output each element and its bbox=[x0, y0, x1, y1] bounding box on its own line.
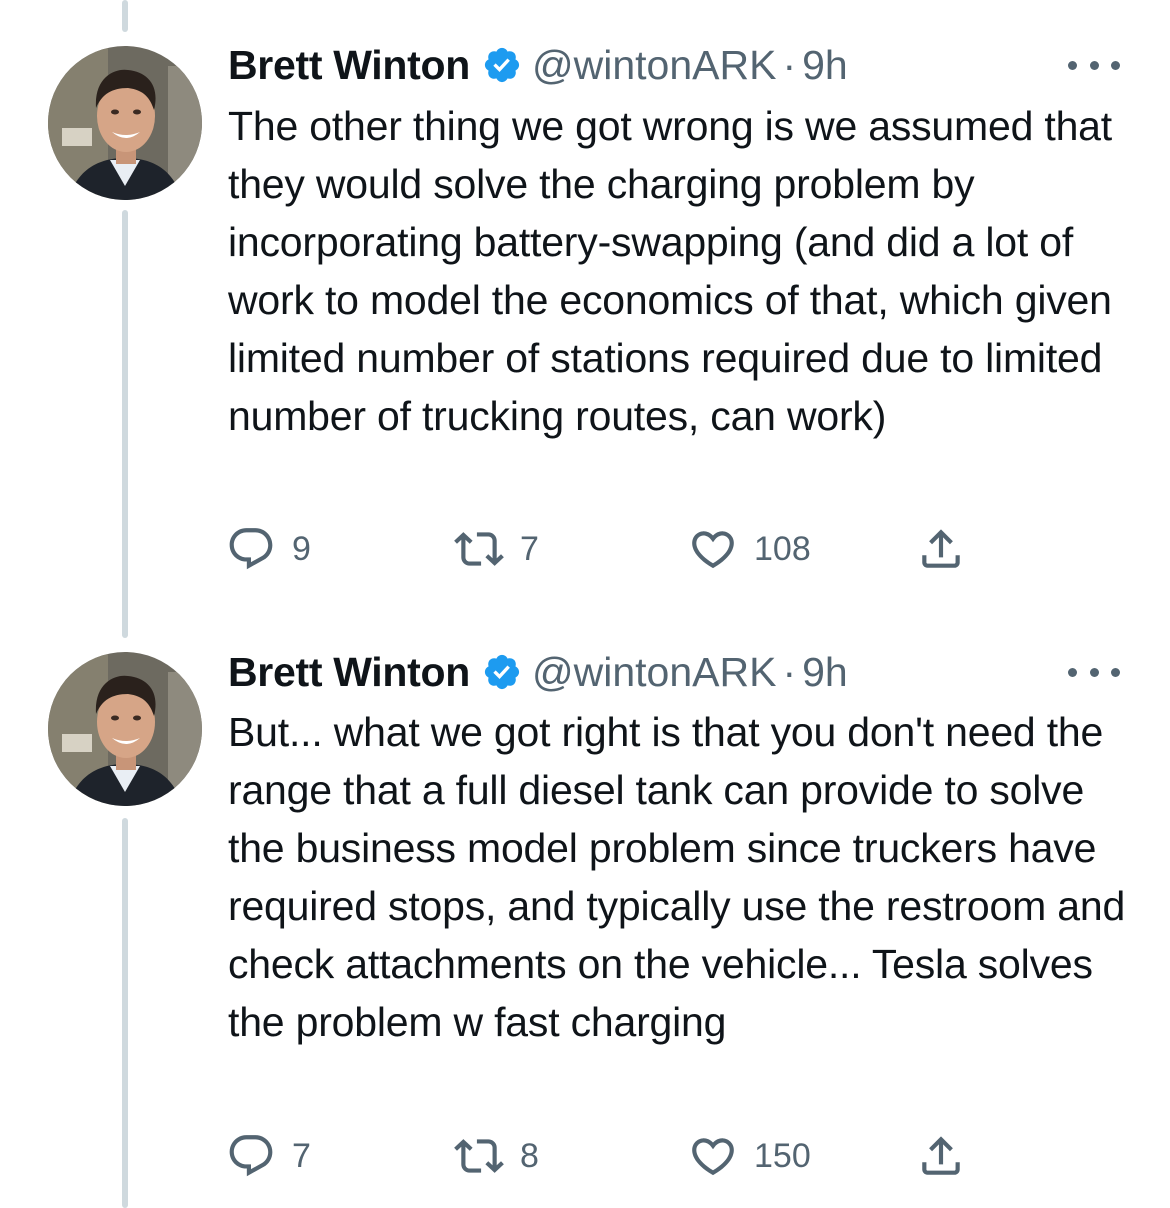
retweet-count: 8 bbox=[520, 1136, 539, 1175]
like-count: 108 bbox=[754, 529, 811, 568]
tweet-text: But... what we got right is that you don… bbox=[228, 709, 1126, 1045]
like-count: 150 bbox=[754, 1136, 811, 1175]
author-name[interactable]: Brett Winton bbox=[228, 649, 470, 696]
verified-badge-icon bbox=[482, 652, 522, 692]
reply-button[interactable]: 7 bbox=[226, 1131, 311, 1181]
retweet-icon bbox=[454, 1131, 504, 1181]
author-handle[interactable]: @wintonARK bbox=[532, 42, 776, 89]
heart-icon bbox=[688, 1131, 738, 1181]
like-button[interactable]: 150 bbox=[688, 1131, 811, 1181]
tweet-header: Brett Winton @wintonARK · 9h bbox=[228, 40, 848, 90]
heart-icon bbox=[688, 524, 738, 574]
thread-line-bottom bbox=[122, 818, 128, 1208]
tweet-actions: 9 7 108 bbox=[226, 524, 986, 574]
verified-badge-icon bbox=[482, 45, 522, 85]
thread-line-middle bbox=[122, 210, 128, 638]
reply-count: 9 bbox=[292, 529, 311, 568]
more-icon[interactable] bbox=[1068, 50, 1120, 80]
avatar[interactable] bbox=[48, 46, 202, 200]
share-icon bbox=[916, 1131, 966, 1181]
retweet-button[interactable]: 8 bbox=[454, 1131, 539, 1181]
thread-line-top bbox=[122, 0, 128, 32]
timestamp[interactable]: 9h bbox=[802, 649, 848, 696]
author-handle[interactable]: @wintonARK bbox=[532, 649, 776, 696]
retweet-icon bbox=[454, 524, 504, 574]
share-button[interactable] bbox=[916, 1131, 966, 1181]
tweet-header: Brett Winton @wintonARK · 9h bbox=[228, 647, 848, 697]
retweet-count: 7 bbox=[520, 529, 539, 568]
reply-icon bbox=[226, 524, 276, 574]
more-icon[interactable] bbox=[1068, 657, 1120, 687]
separator-dot: · bbox=[782, 648, 797, 695]
reply-icon bbox=[226, 1131, 276, 1181]
tweet-actions: 7 8 150 bbox=[226, 1131, 986, 1181]
avatar[interactable] bbox=[48, 652, 202, 806]
tweet-text: The other thing we got wrong is we assum… bbox=[228, 103, 1112, 439]
reply-count: 7 bbox=[292, 1136, 311, 1175]
like-button[interactable]: 108 bbox=[688, 524, 811, 574]
separator-dot: · bbox=[782, 41, 797, 88]
retweet-button[interactable]: 7 bbox=[454, 524, 539, 574]
timestamp[interactable]: 9h bbox=[802, 42, 848, 89]
share-icon bbox=[916, 524, 966, 574]
reply-button[interactable]: 9 bbox=[226, 524, 311, 574]
share-button[interactable] bbox=[916, 524, 966, 574]
author-name[interactable]: Brett Winton bbox=[228, 42, 470, 89]
